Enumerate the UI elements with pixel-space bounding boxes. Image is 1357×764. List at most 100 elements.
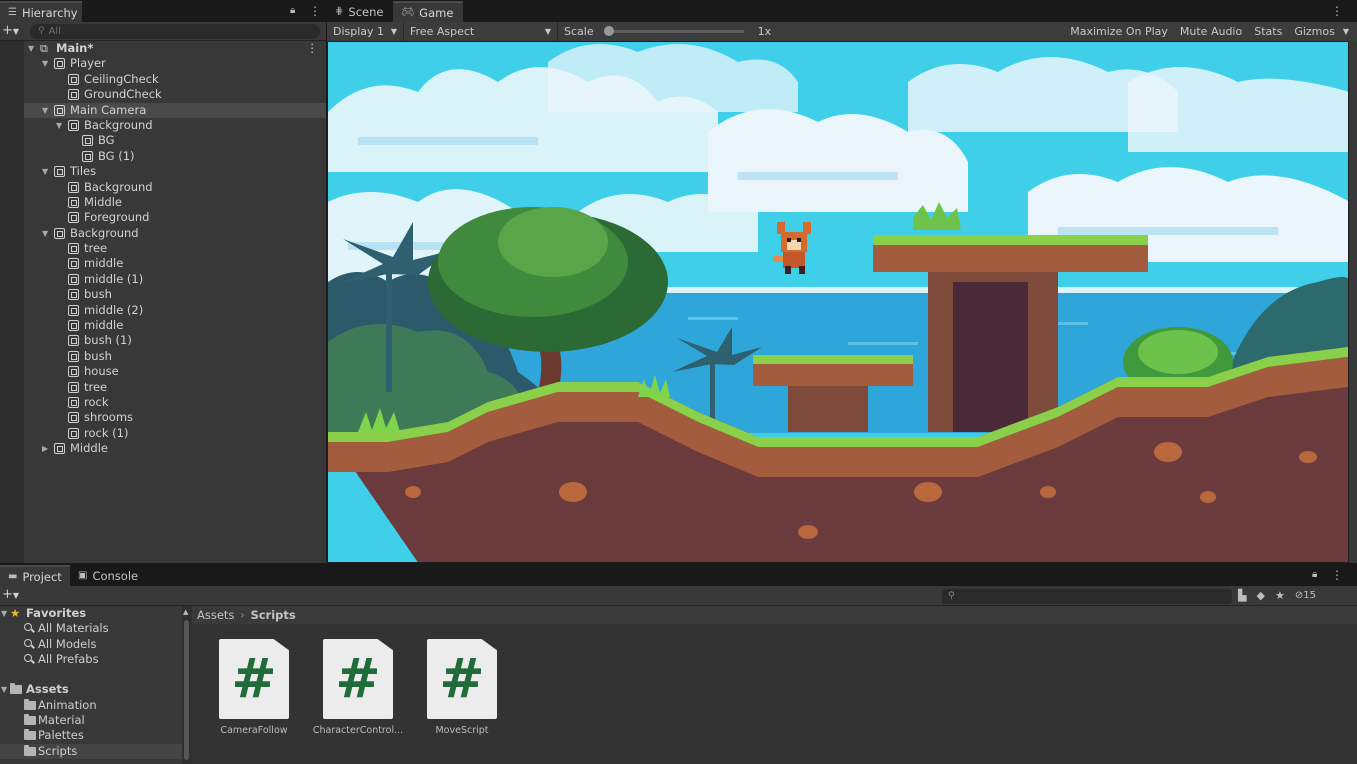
favorite-item[interactable]: All Models	[0, 637, 182, 652]
gameobject-cube-icon	[82, 150, 93, 162]
assets-header[interactable]: ▼ Assets	[0, 682, 182, 697]
folder-icon	[24, 698, 36, 710]
hierarchy-row[interactable]: middle	[24, 318, 326, 333]
hierarchy-row-label: Background	[70, 225, 139, 240]
more-options-icon[interactable]: ⋮	[1331, 568, 1343, 582]
gameobject-cube-icon	[68, 73, 79, 85]
tab-hierarchy[interactable]: ☰ Hierarchy	[0, 1, 82, 22]
hierarchy-row-label: tree	[84, 379, 108, 394]
hierarchy-row[interactable]: BG (1)	[24, 149, 326, 164]
gizmos-dropdown[interactable]: ▼	[1341, 22, 1357, 41]
gameobject-cube-icon	[68, 350, 79, 362]
aspect-dropdown[interactable]: Free Aspect ▼	[404, 22, 557, 41]
hierarchy-row[interactable]: middle	[24, 256, 326, 271]
script-asset[interactable]: # CameraFollow	[204, 639, 304, 736]
hierarchy-tabbar: ☰ Hierarchy 🔒︎ ⋮	[0, 0, 326, 22]
hierarchy-row[interactable]: rock	[24, 395, 326, 410]
more-options-icon[interactable]: ⋮	[307, 41, 319, 56]
display-dropdown[interactable]: Display 1 ▼	[327, 22, 403, 41]
chevron-down-icon[interactable]: ▼	[42, 103, 48, 118]
hierarchy-row[interactable]: house	[24, 364, 326, 379]
unity-scene-icon: ⧉	[40, 42, 48, 55]
folder-item[interactable]: Material	[0, 713, 182, 728]
folder-item-selected[interactable]: Scripts	[0, 743, 182, 759]
hierarchy-row[interactable]: ▼ Player	[24, 56, 326, 71]
hash-grid-icon: ⋕	[335, 6, 344, 17]
hierarchy-row[interactable]: bush	[24, 287, 326, 302]
hierarchy-row[interactable]: Foreground	[24, 210, 326, 225]
project-assets-view: Assets › Scripts # CameraFollow # Charac…	[192, 606, 1357, 764]
hierarchy-row[interactable]: BG	[24, 133, 326, 148]
chevron-right-icon[interactable]: ▶	[42, 441, 48, 456]
hierarchy-search-input[interactable]: ⚲ All	[30, 23, 320, 39]
more-options-icon[interactable]: ⋮	[1331, 4, 1343, 18]
tab-console[interactable]: ▣ Console	[70, 565, 148, 586]
hierarchy-scene-row[interactable]: ▼ ⧉ Main* ⋮	[24, 41, 326, 56]
folder-item[interactable]: Animation	[0, 698, 182, 713]
lock-icon[interactable]: 🔒︎	[1312, 569, 1317, 580]
hierarchy-row[interactable]: CeilingCheck	[24, 72, 326, 87]
gameobject-cube-icon	[68, 427, 79, 439]
asset-name: CameraFollow	[220, 725, 288, 736]
folder-item[interactable]: Palettes	[0, 728, 182, 743]
gameobject-cube-icon	[68, 181, 79, 193]
scale-control: Scale 1x	[564, 25, 772, 38]
hierarchy-row-label: bush	[84, 348, 112, 363]
mute-audio-toggle[interactable]: Mute Audio	[1174, 22, 1248, 41]
panel-splitter[interactable]: ▲	[182, 606, 192, 764]
chevron-down-icon[interactable]: ▼	[42, 56, 48, 71]
game-viewport[interactable]	[327, 41, 1349, 563]
scale-slider[interactable]	[603, 26, 744, 36]
view-tabbar: ⋕ Scene 🎮︎ Game ⋮	[327, 0, 1357, 22]
hierarchy-row[interactable]: Background	[24, 180, 326, 195]
scale-slider-handle[interactable]	[603, 26, 614, 36]
project-search-input[interactable]: ⚲	[942, 589, 1232, 604]
lock-icon[interactable]: 🔒︎	[290, 5, 295, 16]
hidden-packages-icon[interactable]: ⊘15	[1295, 590, 1316, 601]
maximize-on-play-toggle[interactable]: Maximize On Play	[1064, 22, 1174, 41]
add-object-button[interactable]: +▼	[2, 23, 19, 38]
hierarchy-row[interactable]: middle (1)	[24, 272, 326, 287]
hierarchy-toolbar: +▼ ⚲ All	[0, 22, 326, 41]
favorite-star-icon[interactable]: ★	[1275, 589, 1285, 602]
hierarchy-row[interactable]: middle (2)	[24, 303, 326, 318]
hierarchy-row[interactable]: ▼ Main Camera	[24, 102, 326, 118]
tab-project[interactable]: ▬ Project	[0, 565, 70, 586]
chevron-down-icon[interactable]: ▼	[28, 41, 34, 56]
tab-scene[interactable]: ⋕ Scene	[327, 1, 393, 22]
gameobject-cube-icon	[82, 135, 93, 147]
scroll-up-icon[interactable]: ▲	[183, 608, 188, 616]
hierarchy-row[interactable]: bush (1)	[24, 333, 326, 348]
hierarchy-row[interactable]: ▼ Background	[24, 118, 326, 133]
chevron-down-icon[interactable]: ▼	[56, 118, 62, 133]
more-options-icon[interactable]: ⋮	[309, 4, 321, 18]
hierarchy-row[interactable]: rock (1)	[24, 426, 326, 441]
hierarchy-row[interactable]: ▼ Tiles	[24, 164, 326, 179]
gameobject-cube-icon	[54, 443, 65, 455]
gizmos-toggle[interactable]: Gizmos	[1288, 22, 1341, 41]
hierarchy-row[interactable]: ▼ Background	[24, 226, 326, 241]
hierarchy-row[interactable]: tree	[24, 380, 326, 395]
filter-by-label-icon[interactable]: ◆	[1256, 589, 1264, 602]
create-asset-button[interactable]: +▼	[2, 587, 19, 602]
hierarchy-row[interactable]: shrooms	[24, 410, 326, 425]
tab-game[interactable]: 🎮︎ Game	[393, 1, 464, 22]
hierarchy-row[interactable]: GroundCheck	[24, 87, 326, 102]
hierarchy-row[interactable]: tree	[24, 241, 326, 256]
chevron-down-icon[interactable]: ▼	[42, 226, 48, 241]
hierarchy-row[interactable]: ▶ Middle	[24, 441, 326, 456]
hierarchy-row[interactable]: Middle	[24, 195, 326, 210]
chevron-down-icon[interactable]: ▼	[42, 164, 48, 179]
favorite-item[interactable]: All Prefabs	[0, 652, 182, 667]
script-asset[interactable]: # CharacterControl...	[308, 639, 408, 736]
breadcrumb-assets[interactable]: Assets	[197, 608, 234, 622]
favorites-header[interactable]: ▼ ★ Favorites	[0, 606, 182, 621]
stats-toggle[interactable]: Stats	[1248, 22, 1288, 41]
favorite-item[interactable]: All Materials	[0, 621, 182, 636]
breadcrumb-scripts[interactable]: Scripts	[250, 608, 295, 622]
scrollbar-thumb[interactable]	[184, 620, 189, 760]
script-asset[interactable]: # MoveScript	[412, 639, 512, 736]
folder-icon	[24, 714, 36, 726]
filter-by-type-icon[interactable]: ▙	[1238, 589, 1246, 602]
hierarchy-row[interactable]: bush	[24, 349, 326, 364]
